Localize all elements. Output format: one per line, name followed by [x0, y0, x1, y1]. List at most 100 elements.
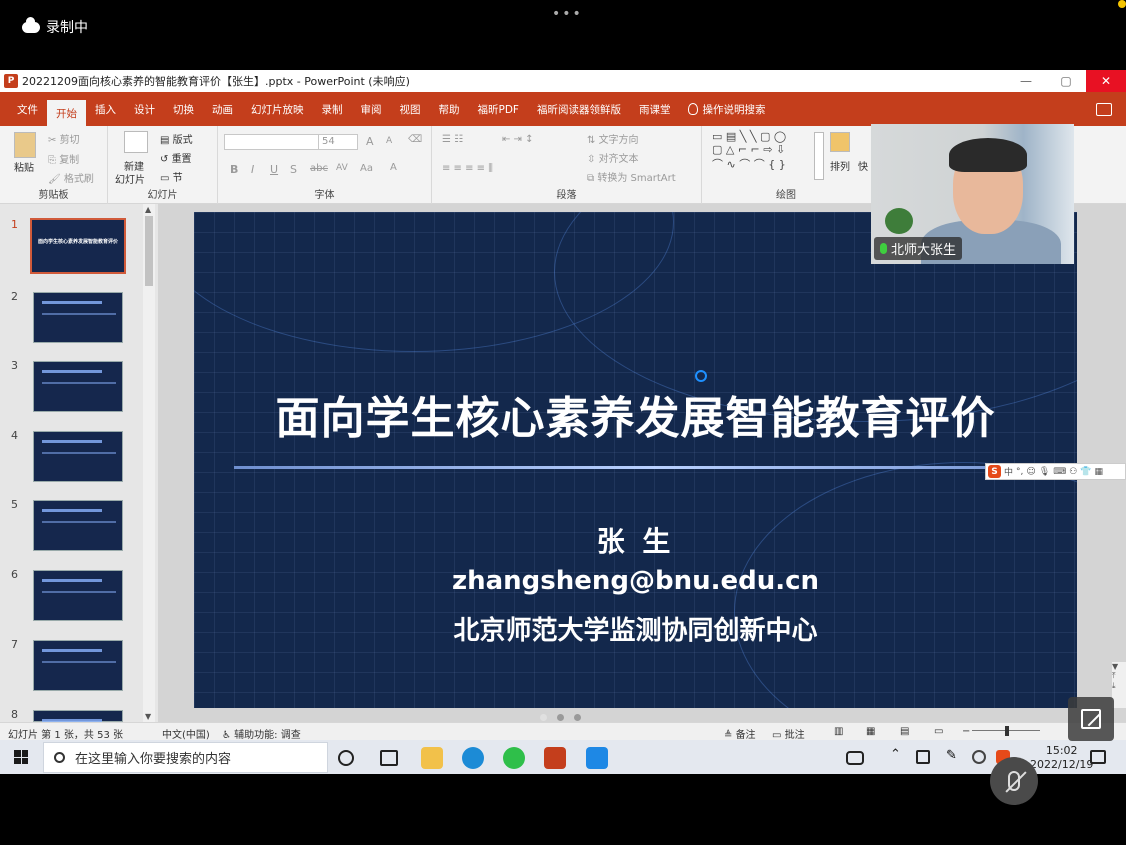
arrange-icon[interactable]: [830, 132, 850, 152]
tab-5[interactable]: 动画: [203, 92, 242, 126]
format-painter-button[interactable]: 🖌 格式刷: [48, 170, 94, 185]
shapes-scroll[interactable]: [814, 132, 824, 180]
ime-keyboard-icon[interactable]: ⌨: [1053, 467, 1066, 477]
font-color-icon[interactable]: A: [390, 162, 397, 173]
slide-thumbnail-4[interactable]: [33, 431, 123, 482]
scroll-down-icon[interactable]: ▼: [145, 712, 151, 721]
tab-6[interactable]: 幻灯片放映: [242, 92, 313, 126]
zoom-slider-knob[interactable]: [1005, 726, 1009, 736]
taskbar-clock[interactable]: 15:02 2022/12/19: [1030, 744, 1093, 772]
language-indicator[interactable]: 中文(中国): [162, 726, 210, 741]
edge-icon[interactable]: [462, 747, 484, 769]
tray-app-icon[interactable]: [916, 750, 930, 764]
ime-mic-icon[interactable]: 🎙: [1039, 467, 1050, 477]
tell-me-search[interactable]: 操作说明搜索: [679, 92, 774, 126]
editor-scrollbar[interactable]: ▼ ⤒ ⤓: [1112, 662, 1126, 708]
slide-thumbnail-3[interactable]: [33, 361, 123, 412]
tab-8[interactable]: 审阅: [352, 92, 391, 126]
smartart-button[interactable]: ⧉ 转换为 SmartArt: [587, 169, 676, 184]
cortana-icon[interactable]: [338, 750, 354, 766]
recording-indicator[interactable]: 录制中: [22, 16, 88, 37]
italic-button[interactable]: I: [251, 163, 254, 176]
slide-title[interactable]: 面向学生核心素养发展智能教育评价: [194, 382, 1077, 446]
task-view-icon[interactable]: [380, 750, 398, 766]
font-size-field[interactable]: 54: [318, 134, 358, 150]
page-indicator[interactable]: [540, 714, 581, 721]
windows-start-icon[interactable]: [14, 750, 28, 764]
grow-font-button[interactable]: A: [366, 135, 374, 148]
slide-thumbnail-2[interactable]: [33, 292, 123, 343]
minimize-button[interactable]: —: [1006, 70, 1046, 92]
indent-icon[interactable]: ⇤ ⇥ ↕: [502, 134, 534, 145]
current-slide[interactable]: 面向学生核心素养发展智能教育评价 张 生 zhangsheng@bnu.edu.…: [194, 212, 1077, 708]
keyboard-tray-icon[interactable]: [846, 751, 864, 765]
taskbar-search[interactable]: 在这里输入你要搜索的内容: [43, 742, 328, 773]
slide-author[interactable]: 张 生: [194, 520, 1077, 560]
reading-view-icon[interactable]: ▤: [900, 726, 909, 737]
sorter-view-icon[interactable]: ▦: [866, 726, 875, 737]
slide-thumbnail-7[interactable]: [33, 640, 123, 691]
paste-icon[interactable]: [14, 132, 36, 158]
change-case-button[interactable]: Aa: [360, 163, 373, 174]
page-dot[interactable]: [574, 714, 581, 721]
tab-3[interactable]: 设计: [125, 92, 164, 126]
thumbnail-scrollbar[interactable]: ▲ ▼: [143, 204, 155, 722]
wechat-icon[interactable]: [503, 747, 525, 769]
ime-punct-icon[interactable]: °,: [1016, 467, 1023, 477]
paste-button[interactable]: 粘贴: [14, 159, 34, 174]
pen-icon[interactable]: ✎: [946, 748, 968, 770]
slide-thumbnail-1[interactable]: 面向学生核心素养发展智能教育评价: [30, 218, 126, 274]
zoom-out-button[interactable]: −: [962, 726, 970, 737]
quick-styles-button[interactable]: 快: [858, 158, 868, 173]
bullets-icon[interactable]: ☰ ☷: [442, 134, 463, 145]
comments-icon[interactable]: [1096, 103, 1112, 116]
chevron-up-icon[interactable]: ⌃: [890, 747, 912, 769]
section-button[interactable]: ▭ 节: [160, 169, 183, 184]
slide-thumbnail-5[interactable]: [33, 500, 123, 551]
cut-button[interactable]: ✂ 剪切: [48, 131, 80, 146]
align-text-button[interactable]: ⇳ 对齐文本: [587, 150, 639, 165]
tab-2[interactable]: 插入: [86, 92, 125, 126]
ime-menu-icon[interactable]: ▦: [1095, 467, 1104, 477]
clear-format-icon[interactable]: ⌫: [408, 134, 422, 145]
slide-org[interactable]: 北京师范大学监测协同创新中心: [194, 610, 1077, 647]
powerpoint-taskbar-icon[interactable]: [544, 747, 566, 769]
ime-toolbar[interactable]: S 中 °, ☺ 🎙 ⌨ ⚇ 👕 ▦: [985, 463, 1126, 480]
slideshow-view-icon[interactable]: ▭: [934, 726, 943, 737]
reset-button[interactable]: ↺ 重置: [160, 150, 192, 165]
tab-1[interactable]: 开始: [47, 100, 86, 126]
file-explorer-icon[interactable]: [421, 747, 443, 769]
strike-icon[interactable]: abc: [310, 163, 328, 174]
char-spacing-button[interactable]: AV: [336, 163, 348, 173]
page-dot[interactable]: [557, 714, 564, 721]
layout-button[interactable]: ▤ 版式: [160, 131, 193, 146]
scroll-up-icon[interactable]: ▲: [145, 205, 151, 214]
shapes-gallery[interactable]: ▭ ▤ ╲ ╲ ▢ ◯ ▢ △ ⌐ ⌐ ⇨ ⇩ ⌒ ∿ ⌒ ⌒ { }: [712, 130, 786, 172]
arrange-button[interactable]: 排列: [830, 158, 850, 173]
mute-button[interactable]: [990, 757, 1038, 805]
shadow-button[interactable]: S: [290, 163, 297, 176]
underline-button[interactable]: U: [270, 163, 278, 176]
notes-button[interactable]: ≜ 备注: [724, 726, 756, 741]
tab-12[interactable]: 福昕阅读器领鲜版: [528, 92, 630, 126]
page-dot[interactable]: [540, 714, 547, 721]
tab-7[interactable]: 录制: [313, 92, 352, 126]
maximize-button[interactable]: ▢: [1046, 70, 1086, 92]
copy-button[interactable]: ⎘ 复制: [48, 151, 79, 166]
tab-11[interactable]: 福昕PDF: [469, 92, 528, 126]
ime-emoji-icon[interactable]: ☺: [1026, 467, 1035, 477]
tab-0[interactable]: 文件: [8, 92, 47, 126]
tab-10[interactable]: 帮助: [430, 92, 469, 126]
tray-close-icon[interactable]: [972, 750, 986, 764]
align-icons[interactable]: ≡ ≡ ≡ ≡ ⫼: [442, 163, 493, 174]
bold-button[interactable]: B: [230, 163, 238, 176]
normal-view-icon[interactable]: ▥: [834, 726, 843, 737]
tab-4[interactable]: 切换: [164, 92, 203, 126]
text-direction-button[interactable]: ⇅ 文字方向: [587, 131, 639, 146]
slide-thumbnail-6[interactable]: [33, 570, 123, 621]
shrink-font-button[interactable]: A: [386, 136, 392, 146]
ime-user-icon[interactable]: ⚇: [1069, 467, 1077, 477]
slide-email[interactable]: zhangsheng@bnu.edu.cn: [194, 566, 1077, 596]
ime-skin-icon[interactable]: 👕: [1080, 467, 1091, 477]
ime-mode[interactable]: 中: [1004, 465, 1013, 478]
